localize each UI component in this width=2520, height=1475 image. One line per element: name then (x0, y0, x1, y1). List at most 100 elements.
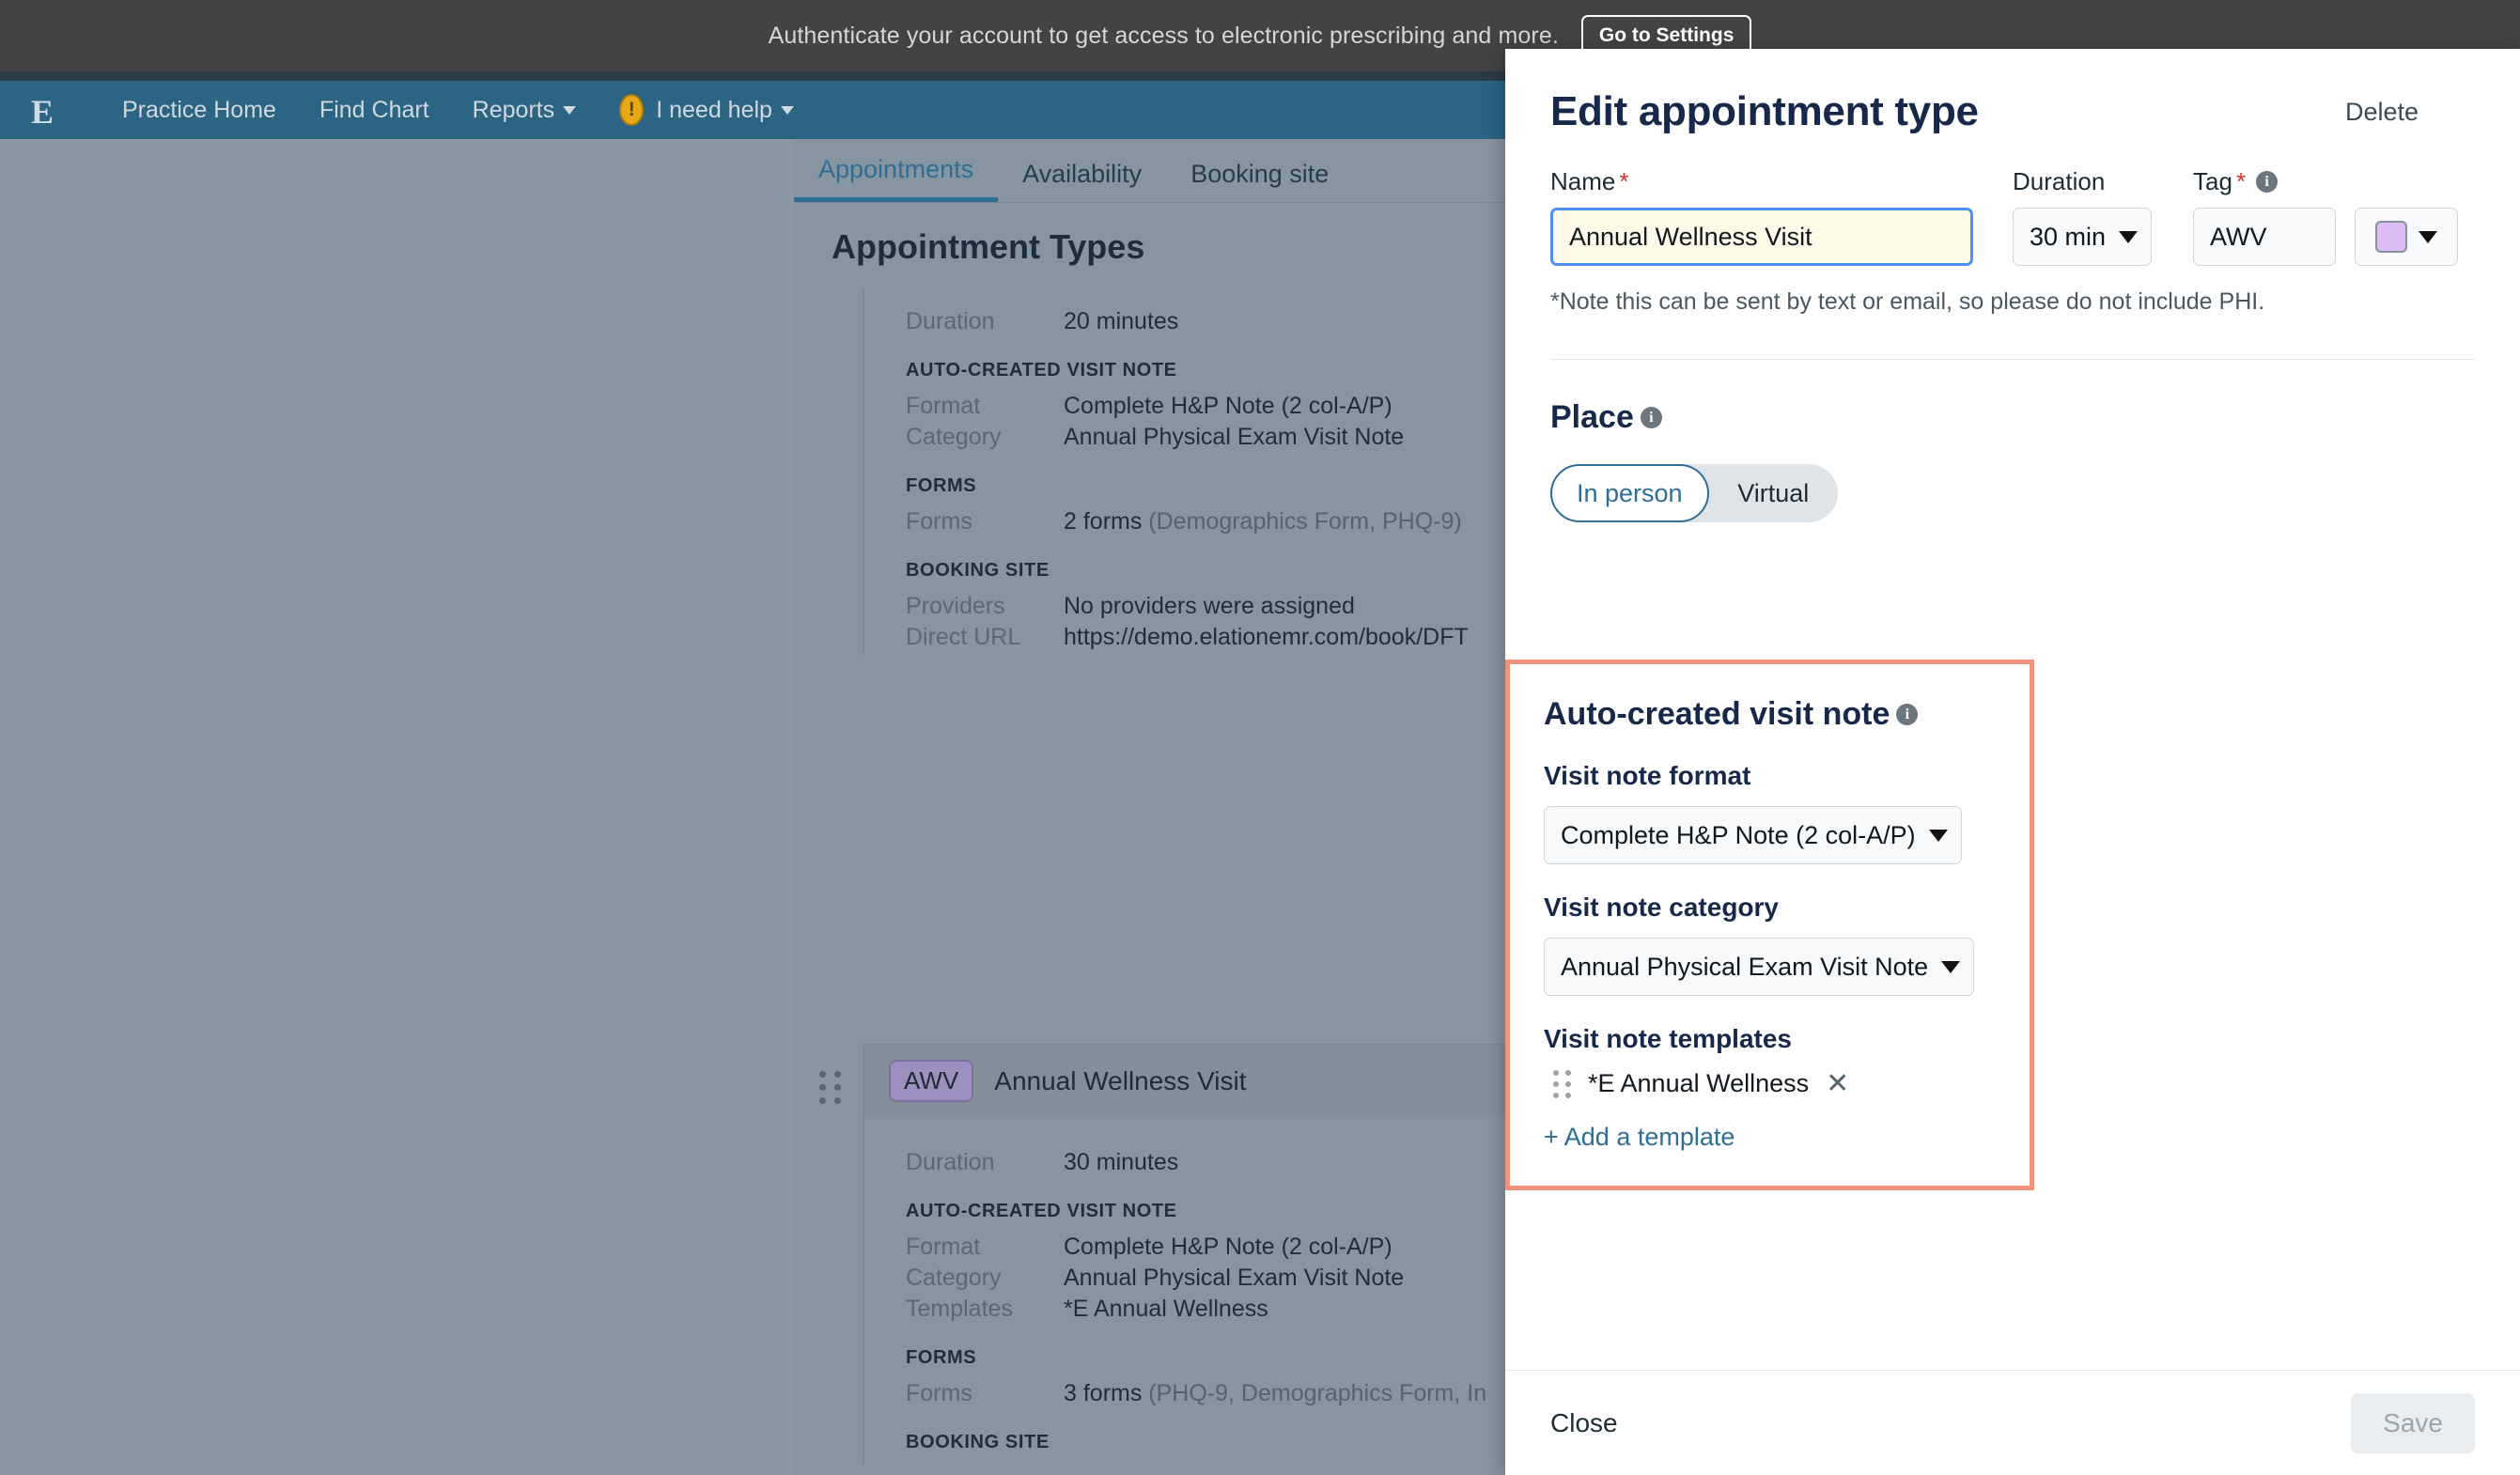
detail-value: Complete H&P Note (2 col-A/P) (1064, 393, 1392, 420)
detail-key: Duration (906, 1149, 1064, 1176)
tag-color-select[interactable] (2355, 208, 2458, 266)
card-title: Annual Wellness Visit (994, 1066, 1246, 1096)
visit-note-category-select[interactable]: Annual Physical Exam Visit Note (1544, 938, 1974, 996)
nav-items: Practice Home Find Chart Reports ! I nee… (122, 94, 794, 126)
template-list-item[interactable]: *E Annual Wellness ✕ (1553, 1069, 1996, 1098)
nav-label: Practice Home (122, 97, 276, 124)
name-field-group: Name* (1550, 167, 1973, 266)
detail-key: Direct URL (906, 624, 1064, 651)
drawer-footer: Close Save (1505, 1370, 2520, 1475)
nav-item-i-need-help[interactable]: ! I need help (619, 94, 794, 126)
forms-count: 2 forms (1064, 508, 1142, 535)
place-toggle-group: In person Virtual (1550, 464, 1838, 522)
label-text: Tag (2193, 167, 2232, 196)
detail-value: 20 minutes (1064, 308, 1178, 335)
divider (1550, 359, 2475, 360)
nav-item-practice-home[interactable]: Practice Home (122, 97, 276, 124)
nav-item-reports[interactable]: Reports (473, 97, 577, 124)
visit-note-format-select[interactable]: Complete H&P Note (2 col-A/P) (1544, 806, 1962, 864)
heading-text: Place (1550, 399, 1634, 436)
visit-note-templates-label: Visit note templates (1544, 1024, 1996, 1054)
drawer-header: Edit appointment type Delete (1505, 49, 2520, 167)
required-asterisk: * (2236, 167, 2246, 196)
chevron-down-icon (2119, 231, 2138, 243)
visit-note-format-value: Complete H&P Note (2 col-A/P) (1561, 821, 1916, 850)
close-icon[interactable]: ✕ (1826, 1070, 1849, 1098)
label-text: Duration (2013, 167, 2105, 196)
status-badge: AWV (889, 1060, 973, 1102)
visit-note-format-label: Visit note format (1544, 761, 1996, 791)
add-template-button[interactable]: + Add a template (1544, 1123, 1996, 1152)
duration-value: 30 min (2030, 223, 2106, 252)
nav-label: I need help (656, 97, 772, 124)
forms-list: (PHQ-9, Demographics Form, In (1142, 1380, 1486, 1406)
page-title: Appointment Types (832, 227, 1144, 267)
name-input[interactable] (1550, 208, 1973, 266)
detail-key: Duration (906, 308, 1064, 335)
required-asterisk: * (1619, 167, 1628, 196)
visit-note-category-label: Visit note category (1544, 893, 1996, 923)
forms-count: 3 forms (1064, 1380, 1142, 1406)
close-button[interactable]: Close (1550, 1408, 1618, 1438)
drawer-body: Name* Duration 30 min Tag* (1505, 167, 2520, 1370)
elation-logo-icon[interactable]: E (15, 85, 70, 139)
detail-key: Forms (906, 508, 1064, 536)
alert-message: Authenticate your account to get access … (769, 23, 1559, 50)
delete-button[interactable]: Delete (2345, 98, 2419, 127)
tag-label: Tag* i (2193, 167, 2336, 196)
tab-appointments[interactable]: Appointments (794, 155, 998, 202)
detail-value: Annual Physical Exam Visit Note (1064, 1265, 1404, 1292)
app-root: Authenticate your account to get access … (0, 0, 2520, 1475)
tag-input[interactable] (2193, 208, 2336, 266)
info-icon[interactable]: i (2256, 171, 2278, 193)
tab-booking-site[interactable]: Booking site (1166, 160, 1353, 202)
detail-key: Providers (906, 593, 1064, 620)
detail-key: Format (906, 1234, 1064, 1261)
heading-text: Auto-created visit note (1544, 696, 1890, 733)
drag-handle-icon[interactable] (1553, 1070, 1571, 1098)
detail-value: 30 minutes (1064, 1149, 1178, 1176)
detail-value: Complete H&P Note (2 col-A/P) (1064, 1234, 1392, 1261)
label-text: Name (1550, 167, 1615, 196)
detail-value: 2 forms (Demographics Form, PHQ-9) (1064, 508, 1462, 536)
chevron-down-icon (781, 106, 794, 115)
detail-value: 3 forms (PHQ-9, Demographics Form, In (1064, 1380, 1486, 1407)
forms-list: (Demographics Form, PHQ-9) (1142, 508, 1461, 535)
name-label: Name* (1550, 167, 1973, 196)
nav-item-find-chart[interactable]: Find Chart (319, 97, 429, 124)
save-button[interactable]: Save (2351, 1393, 2475, 1453)
detail-key: Forms (906, 1380, 1064, 1407)
phi-note: *Note this can be sent by text or email,… (1550, 288, 2475, 316)
place-option-in-person[interactable]: In person (1550, 464, 1709, 522)
edit-appointment-type-drawer: Edit appointment type Delete Name* Durat… (1505, 49, 2520, 1475)
auto-created-visit-note-section: Auto-created visit note i Visit note for… (1505, 660, 2034, 1190)
tag-color-group (2355, 208, 2458, 266)
color-swatch (2375, 221, 2407, 253)
detail-value: Annual Physical Exam Visit Note (1064, 424, 1404, 451)
chevron-down-icon (2419, 231, 2437, 243)
drag-handle-card-2[interactable] (819, 1071, 841, 1104)
place-heading: Place i (1550, 399, 2475, 436)
chevron-down-icon (563, 106, 576, 115)
warning-icon: ! (619, 94, 644, 126)
info-icon[interactable]: i (1896, 704, 1918, 725)
info-icon[interactable]: i (1641, 407, 1662, 428)
tag-field-group: Tag* i (2193, 167, 2336, 266)
detail-key: Templates (906, 1296, 1064, 1323)
logo-glyph: E (31, 95, 54, 129)
place-option-virtual[interactable]: Virtual (1709, 464, 1838, 522)
visit-note-category-value: Annual Physical Exam Visit Note (1561, 953, 1928, 982)
detail-key: Category (906, 424, 1064, 451)
nav-label: Reports (473, 97, 555, 124)
detail-value: No providers were assigned (1064, 593, 1355, 620)
nav-label: Find Chart (319, 97, 429, 124)
tab-availability[interactable]: Availability (998, 160, 1166, 202)
detail-key: Format (906, 393, 1064, 420)
name-duration-tag-row: Name* Duration 30 min Tag* (1550, 167, 2475, 266)
detail-key: Category (906, 1265, 1064, 1292)
duration-select[interactable]: 30 min (2013, 208, 2152, 266)
detail-value-url[interactable]: https://demo.elationemr.com/book/DFT (1064, 624, 1469, 651)
duration-field-group: Duration 30 min (2013, 167, 2152, 266)
auto-note-heading: Auto-created visit note i (1544, 696, 1996, 733)
detail-value: *E Annual Wellness (1064, 1296, 1268, 1323)
